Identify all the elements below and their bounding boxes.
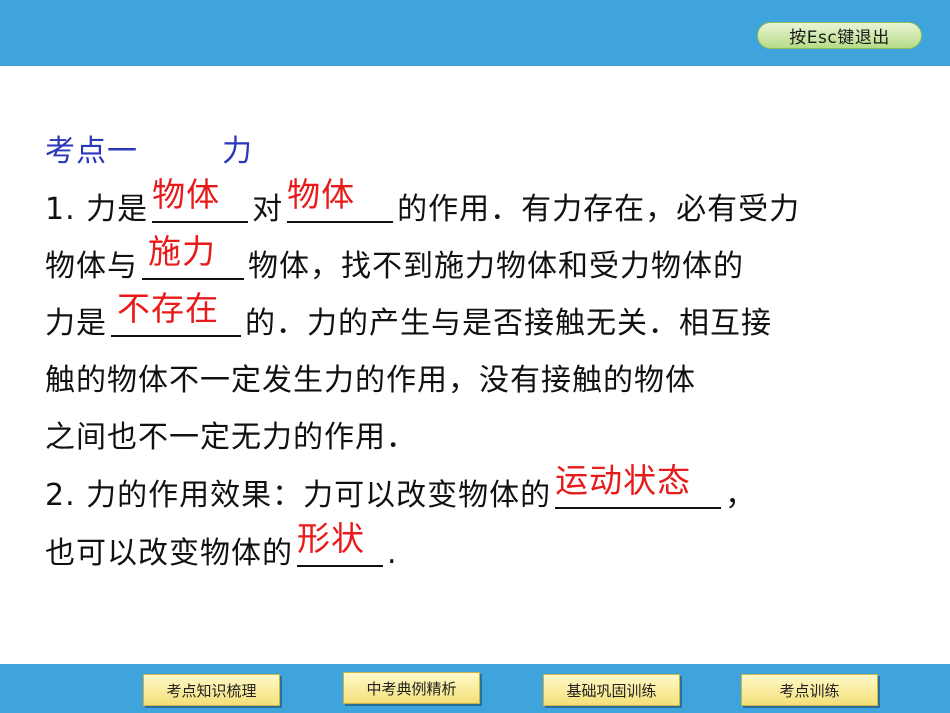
text: 物体与 [45, 249, 138, 284]
text: 的．力的产生与是否接触无关．相互接 [245, 306, 772, 341]
nav-basic-training-button[interactable]: 基础巩固训练 [543, 674, 680, 706]
answer-text: 物体 [152, 175, 221, 214]
answer-text: 不存在 [117, 289, 219, 328]
item-number-2: 2. [45, 478, 76, 513]
heading-prefix: 考点一 [45, 134, 138, 169]
item-number-1: 1. [45, 192, 76, 227]
answer-text: 形状 [297, 519, 365, 558]
nav-topic-training-button[interactable]: 考点训练 [741, 674, 878, 706]
answer-text: 运动状态 [555, 461, 692, 500]
paragraph-1-line-3: 力是 不存在 的．力的产生与是否接触无关．相互接 [45, 291, 772, 344]
text: . [387, 536, 398, 571]
paragraph-2-line-2: 也可以改变物体的 形状. [45, 521, 398, 574]
answer-blank: 施力 [142, 234, 244, 280]
text: 对 [252, 192, 284, 227]
exit-button[interactable]: 按Esc键退出 [757, 22, 922, 49]
bottom-nav-bar: 考点知识梳理 中考典例精析 基础巩固训练 考点训练 [0, 664, 950, 713]
text: 的作用．有力存在，必有受力 [397, 192, 801, 227]
answer-blank: 不存在 [111, 291, 241, 337]
answer-blank: 运动状态 [555, 463, 722, 509]
paragraph-1-line-1: 1. 力是 物体对物体 的作用．有力存在，必有受力 [45, 177, 801, 230]
nav-knowledge-review-button[interactable]: 考点知识梳理 [143, 674, 280, 706]
text: 物体，找不到施力物体和受力物体的 [248, 249, 744, 284]
answer-text: 物体 [287, 175, 356, 214]
text: 力的作用效果：力可以改变物体的 [86, 478, 552, 513]
text: 力是 [86, 192, 149, 227]
paragraph-1-line-5: 之间也不一定无力的作用． [45, 418, 417, 458]
slide-content: 考点一力 1. 力是 物体对物体 的作用．有力存在，必有受力 物体与 施力 物体，找不到… [0, 66, 950, 664]
section-heading: 考点一 力 [45, 132, 253, 172]
text: 之间也不一定无力的作用． [45, 420, 417, 455]
text: 力是 [45, 306, 107, 341]
nav-exam-examples-button[interactable]: 中考典例精析 [343, 672, 480, 704]
text: ， [725, 478, 757, 513]
answer-blank: 形状 [297, 521, 383, 567]
answer-blank: 物体 [287, 177, 394, 223]
answer-text: 施力 [148, 232, 216, 271]
paragraph-2-line-1: 2. 力的作用效果：力可以改变物体的 运动状态 ， [45, 463, 757, 516]
text: 触的物体不一定发生力的作用，没有接触的物体 [45, 363, 696, 398]
paragraph-1-line-4: 触的物体不一定发生力的作用，没有接触的物体 [45, 361, 696, 401]
heading-topic: 力 [222, 134, 253, 169]
paragraph-1-line-2: 物体与 施力 物体，找不到施力物体和受力物体的 [45, 234, 744, 287]
text: 也可以改变物体的 [45, 536, 293, 571]
top-bar: 按Esc键退出 [0, 0, 950, 66]
answer-blank: 物体 [152, 177, 249, 223]
